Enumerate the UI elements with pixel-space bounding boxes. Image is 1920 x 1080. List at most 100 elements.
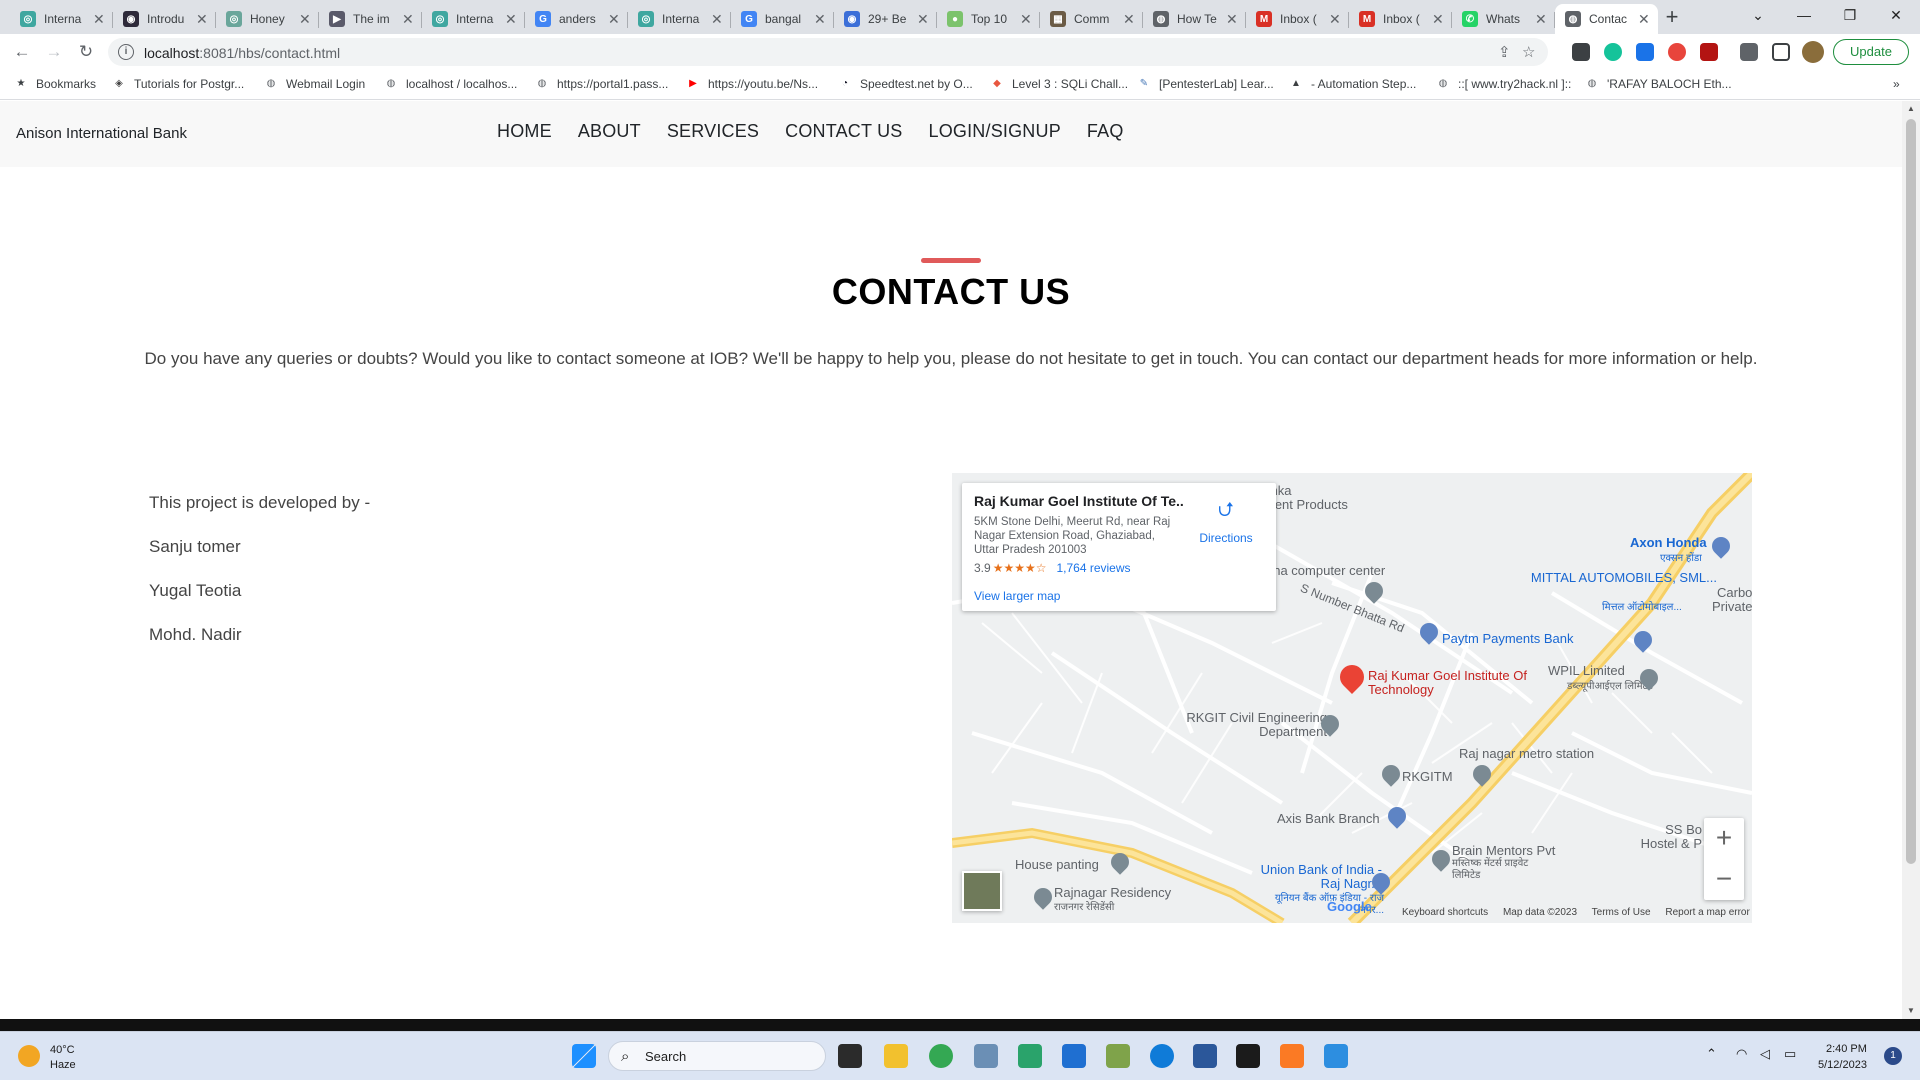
forward-icon[interactable]: → (42, 40, 66, 64)
tab-close-icon[interactable]: ✕ (814, 11, 828, 28)
map-label-wpil[interactable]: WPIL Limited (1548, 663, 1625, 678)
tab-close-icon[interactable]: ✕ (608, 11, 622, 28)
tab-close-icon[interactable]: ✕ (505, 11, 519, 28)
bookmark-item[interactable]: ▲ - Automation Step... (1289, 77, 1416, 91)
site-brand[interactable]: Anison International Bank (16, 125, 187, 142)
map-label-brain[interactable]: Brain Mentors Pvt (1452, 843, 1555, 858)
map-label-rkgitm[interactable]: RKGITM (1402, 769, 1453, 784)
tab-close-icon[interactable]: ✕ (196, 11, 210, 28)
side-panel-icon[interactable] (1772, 43, 1790, 61)
minimize-button[interactable]: — (1781, 0, 1827, 30)
tab[interactable]: ▶ The im ✕ (319, 4, 422, 34)
tab-close-icon[interactable]: ✕ (402, 11, 416, 28)
map-label-rkgit-civil[interactable]: RKGIT Civil Engineering Department (1157, 711, 1327, 739)
tab[interactable]: Gbangal ✕ (731, 4, 834, 34)
map-label-residency[interactable]: Rajnagar Residency (1054, 885, 1171, 900)
bookmark-item[interactable]: ◍ https://portal1.pass... (535, 77, 669, 91)
task-view-icon[interactable] (838, 1044, 862, 1068)
tab[interactable]: ◎ Interna ✕ (10, 4, 113, 34)
reload-icon[interactable]: ↻ (74, 40, 98, 64)
notification-badge[interactable]: 1 (1884, 1047, 1902, 1065)
chrome-icon[interactable] (929, 1044, 953, 1068)
scroll-down-arrow-icon[interactable]: ▼ (1902, 1003, 1920, 1019)
map-label-house[interactable]: House panting (1015, 857, 1099, 872)
weather-temperature[interactable]: 40°C (50, 1044, 75, 1056)
tab[interactable]: ◉ 29+ Be ✕ (834, 4, 937, 34)
map-label-axon[interactable]: Axon Honda (1630, 535, 1707, 550)
profile-avatar[interactable] (1802, 41, 1824, 63)
weather-haze-icon[interactable] (18, 1045, 40, 1067)
extension-icon[interactable] (1668, 43, 1686, 61)
map-label-mittal[interactable]: MITTAL AUTOMOBILES, SML... (1527, 571, 1717, 585)
volume-icon[interactable]: ◁ (1760, 1046, 1770, 1062)
nav-login-signup[interactable]: LOGIN/SIGNUP (928, 121, 1060, 142)
directions-button[interactable]: ⮍ Directions (1192, 495, 1260, 545)
tab-close-icon[interactable]: ✕ (1535, 11, 1549, 28)
media-player-icon[interactable] (1018, 1044, 1042, 1068)
address-bar[interactable]: i localhost:8081/hbs/contact.html ⇪ ☆ (108, 38, 1548, 66)
tab[interactable]: ◍ How Te ✕ (1143, 4, 1246, 34)
scrollbar-thumb[interactable] (1906, 119, 1916, 864)
wifi-icon[interactable]: ◠ (1736, 1046, 1747, 1062)
bookmark-item[interactable]: ◍ Webmail Login (264, 77, 366, 91)
tab-close-icon[interactable]: ✕ (1226, 11, 1240, 28)
close-window-button[interactable]: ✕ (1873, 0, 1919, 30)
editor-icon[interactable] (1106, 1044, 1130, 1068)
tab-close-icon[interactable]: ✕ (711, 11, 725, 28)
tab[interactable]: ▦ Comm ✕ (1040, 4, 1143, 34)
zoom-out-button[interactable]: − (1704, 859, 1744, 900)
tab-close-icon[interactable]: ✕ (1638, 11, 1652, 28)
new-tab-button[interactable]: + (1660, 6, 1684, 30)
site-info-icon[interactable]: i (118, 44, 134, 60)
tab[interactable]: ◎ Honey ✕ (216, 4, 319, 34)
zoom-in-button[interactable]: + (1704, 818, 1744, 859)
nav-faq[interactable]: FAQ (1087, 121, 1124, 142)
bookmark-item[interactable]: ◆ Level 3 : SQLi Chall... (990, 77, 1128, 91)
tab-close-icon[interactable]: ✕ (93, 11, 107, 28)
bookmark-item[interactable]: ◍ localhost / localhos... (384, 77, 518, 91)
bookmark-item[interactable]: ◔ Speedtest.net by O... (838, 77, 973, 91)
nav-home[interactable]: HOME (497, 121, 552, 142)
keyboard-shortcuts-link[interactable]: Keyboard shortcuts (1402, 907, 1488, 918)
tab[interactable]: ◎ Interna ✕ (628, 4, 731, 34)
extension-icon[interactable] (1572, 43, 1590, 61)
taskbar-search[interactable]: ⌕ Search (608, 1041, 826, 1071)
bookmark-item[interactable]: ◍::[ www.try2hack.nl ]:: (1436, 77, 1572, 91)
performance-monitor-icon[interactable] (974, 1044, 998, 1068)
tab[interactable]: ● Top 10 ✕ (937, 4, 1040, 34)
restore-button[interactable]: ❐ (1827, 0, 1873, 30)
tab-close-icon[interactable]: ✕ (917, 11, 931, 28)
nav-about[interactable]: ABOUT (578, 121, 641, 142)
satellite-toggle[interactable] (962, 871, 1002, 911)
google-map-embed[interactable]: shka ment Products nna computer center S… (952, 473, 1752, 923)
tab-close-icon[interactable]: ✕ (1020, 11, 1034, 28)
terminal-icon[interactable] (1236, 1044, 1260, 1068)
bookmark-item[interactable]: ◈ Tutorials for Postgr... (112, 77, 244, 91)
xampp-icon[interactable] (1280, 1044, 1304, 1068)
map-label-union[interactable]: Union Bank of India - Raj Nagr... (1252, 863, 1382, 891)
page-scrollbar[interactable]: ▲ ▼ (1902, 101, 1920, 1019)
show-hidden-icons-icon[interactable]: ⌃ (1706, 1046, 1717, 1062)
tab[interactable]: ◎ Interna ✕ (422, 4, 525, 34)
battery-icon[interactable]: ▭ (1784, 1046, 1796, 1062)
ublock-icon[interactable] (1700, 43, 1718, 61)
reviews-link[interactable]: 1,764 reviews (1056, 561, 1130, 575)
more-bookmarks-icon[interactable]: » (1893, 77, 1900, 91)
nav-services[interactable]: SERVICES (667, 121, 759, 142)
bookmark-item[interactable]: ✎ [PentesterLab] Lear... (1137, 77, 1274, 91)
tab[interactable]: Ganders ✕ (525, 4, 628, 34)
map-label-metro[interactable]: Raj nagar metro station (1459, 746, 1594, 761)
bookmark-star-icon[interactable]: ☆ (1522, 43, 1535, 61)
tab[interactable]: M Inbox (✕ (1349, 4, 1452, 34)
report-error-link[interactable]: Report a map error (1665, 907, 1749, 918)
terms-link[interactable]: Terms of Use (1592, 907, 1651, 918)
tab[interactable]: M Inbox (✕ (1246, 4, 1349, 34)
tab-close-icon[interactable]: ✕ (1123, 11, 1137, 28)
view-larger-map-link[interactable]: View larger map (974, 589, 1060, 603)
grammarly-icon[interactable] (1604, 43, 1622, 61)
map-label-axis[interactable]: Axis Bank Branch (1277, 811, 1380, 826)
tab-close-icon[interactable]: ✕ (1329, 11, 1343, 28)
bookmark-item[interactable]: ◍ 'RAFAY BALOCH Eth... (1585, 77, 1732, 91)
word-icon[interactable] (1193, 1044, 1217, 1068)
weather-condition[interactable]: Haze (50, 1059, 76, 1071)
